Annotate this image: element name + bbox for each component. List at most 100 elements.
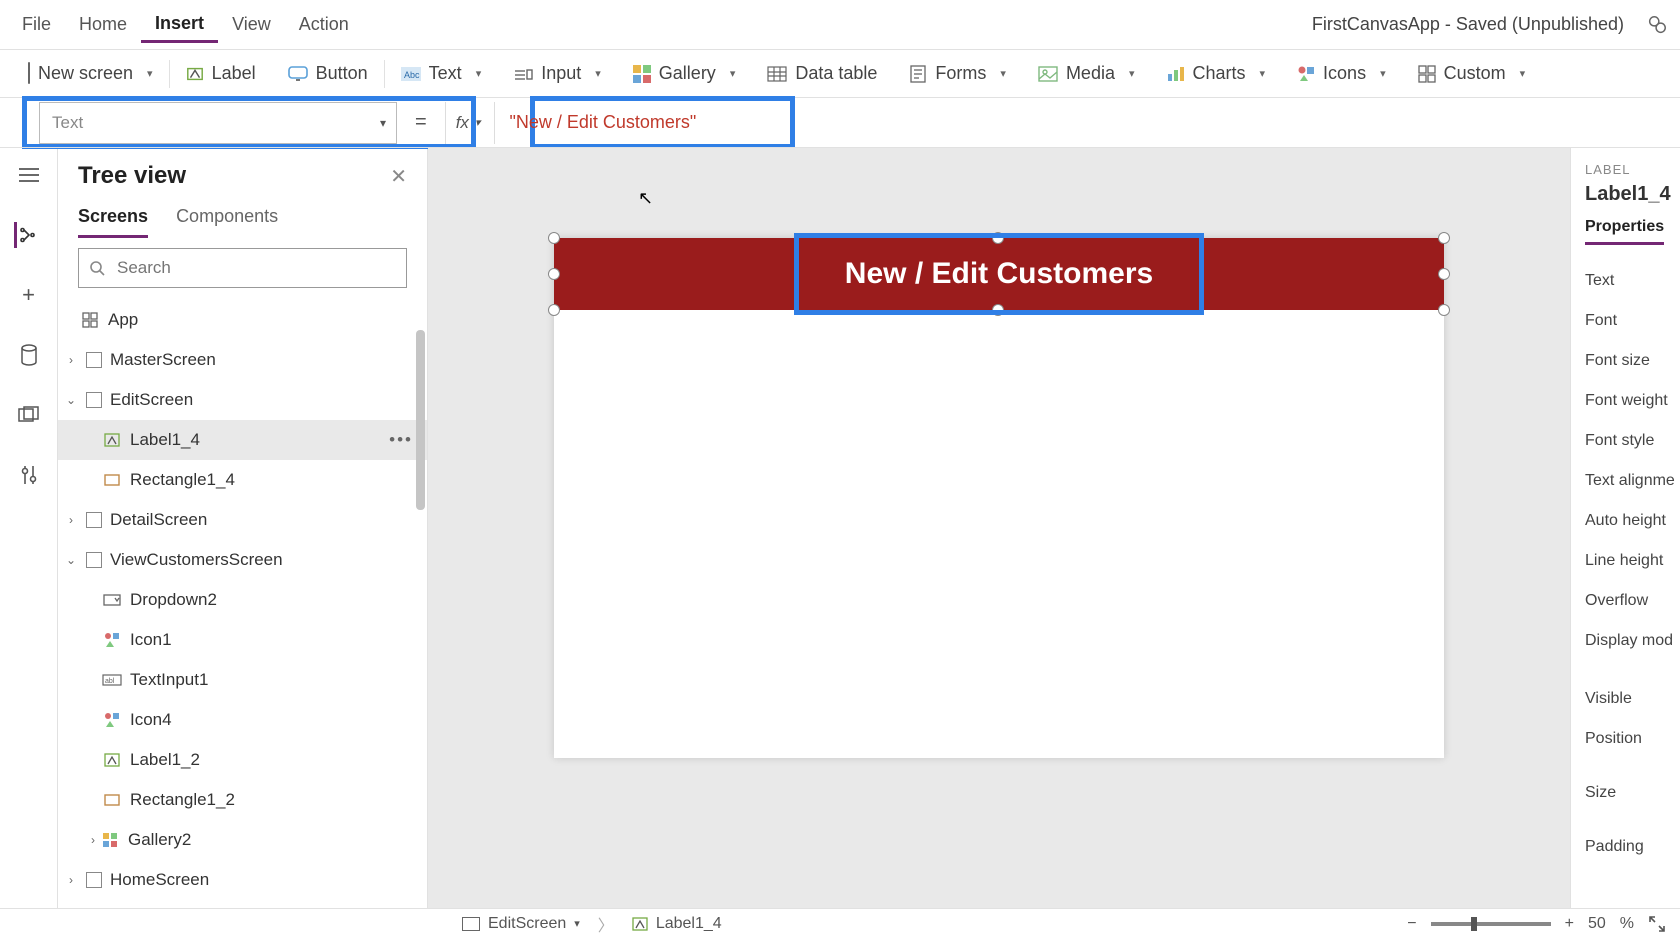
- fullscreen-icon[interactable]: [1648, 915, 1666, 933]
- zoom-slider-knob[interactable]: [1471, 917, 1477, 931]
- ribbon-button[interactable]: Button: [272, 50, 384, 97]
- checkbox[interactable]: [86, 512, 102, 528]
- checkbox[interactable]: [86, 552, 102, 568]
- tab-properties[interactable]: Properties: [1585, 218, 1664, 245]
- tree-node-label1-4[interactable]: Label1_4 •••: [58, 420, 427, 460]
- menu-file[interactable]: File: [8, 8, 65, 41]
- rail-advanced-icon[interactable]: [16, 462, 42, 488]
- chevron-right-icon[interactable]: ›: [64, 873, 78, 887]
- canvas-header-label[interactable]: New / Edit Customers: [845, 257, 1153, 291]
- tree-search[interactable]: [78, 248, 407, 288]
- more-icon[interactable]: •••: [389, 430, 413, 450]
- tree-node-label1-2[interactable]: Label1_2: [58, 740, 427, 780]
- textinput-icon: abl: [102, 674, 122, 686]
- checkbox[interactable]: [86, 392, 102, 408]
- resize-handle[interactable]: [992, 232, 1004, 244]
- ribbon-input[interactable]: Input: [497, 50, 617, 97]
- ribbon-data-table-label: Data table: [795, 63, 877, 84]
- prop-text-align[interactable]: Text alignme: [1585, 461, 1680, 501]
- checkbox[interactable]: [86, 872, 102, 888]
- prop-padding[interactable]: Padding: [1585, 827, 1680, 867]
- tree-node-gallery2[interactable]: › Gallery2: [58, 820, 427, 860]
- tree-search-input[interactable]: [115, 257, 396, 279]
- ribbon-data-table[interactable]: Data table: [751, 50, 893, 97]
- prop-auto-height[interactable]: Auto height: [1585, 501, 1680, 541]
- tree-node-editscreen[interactable]: ⌄ EditScreen: [58, 380, 427, 420]
- menu-home[interactable]: Home: [65, 8, 141, 41]
- resize-handle[interactable]: [992, 304, 1004, 316]
- menu-insert[interactable]: Insert: [141, 7, 218, 43]
- prop-text[interactable]: Text: [1585, 261, 1680, 301]
- rail-tree-view-icon[interactable]: [14, 222, 40, 248]
- formula-value: "New / Edit Customers": [509, 112, 696, 133]
- checkbox[interactable]: [86, 352, 102, 368]
- ribbon-forms[interactable]: Forms: [893, 50, 1022, 97]
- tree-node-detailscreen[interactable]: › DetailScreen: [58, 500, 427, 540]
- chevron-right-icon[interactable]: ›: [64, 353, 78, 367]
- breadcrumb-element[interactable]: Label1_4: [632, 915, 722, 933]
- canvas-header-rectangle[interactable]: New / Edit Customers: [554, 238, 1444, 310]
- tab-screens[interactable]: Screens: [78, 206, 148, 238]
- tree-node-textinput1[interactable]: abl TextInput1: [58, 660, 427, 700]
- tree-node-rectangle1-2[interactable]: Rectangle1_2: [58, 780, 427, 820]
- zoom-out-button[interactable]: −: [1407, 915, 1416, 933]
- resize-handle[interactable]: [548, 232, 560, 244]
- resize-handle[interactable]: [548, 268, 560, 280]
- tree-node-masterscreen[interactable]: › MasterScreen: [58, 340, 427, 380]
- tree-node-homescreen[interactable]: › HomeScreen: [58, 860, 427, 900]
- prop-visible[interactable]: Visible: [1585, 679, 1680, 719]
- tree-node-rectangle1-4[interactable]: Rectangle1_4: [58, 460, 427, 500]
- ribbon-text[interactable]: Abc Text: [385, 50, 498, 97]
- diagnostics-icon[interactable]: [1642, 14, 1672, 36]
- tree-node-icon1[interactable]: Icon1: [58, 620, 427, 660]
- ribbon-media[interactable]: Media: [1022, 50, 1151, 97]
- prop-font-size[interactable]: Font size: [1585, 341, 1680, 381]
- zoom-slider[interactable]: [1431, 922, 1551, 926]
- menu-view[interactable]: View: [218, 8, 285, 41]
- rail-insert-icon[interactable]: +: [16, 282, 42, 308]
- ribbon-label[interactable]: Label: [170, 50, 272, 97]
- breadcrumb-screen[interactable]: EditScreen ▾: [462, 915, 580, 933]
- prop-font-weight[interactable]: Font weight: [1585, 381, 1680, 421]
- rail-data-icon[interactable]: [16, 342, 42, 368]
- prop-position[interactable]: Position: [1585, 719, 1680, 759]
- tree-node-label: TextInput1: [130, 670, 208, 690]
- canvas[interactable]: New / Edit Customers: [554, 238, 1444, 758]
- tree-node-label: Label1_4: [130, 430, 200, 450]
- tree-node-viewcustomersscreen[interactable]: ⌄ ViewCustomersScreen: [58, 540, 427, 580]
- resize-handle[interactable]: [548, 304, 560, 316]
- scrollbar-thumb[interactable]: [416, 330, 425, 510]
- data-table-icon: [767, 66, 787, 82]
- rail-media-icon[interactable]: [16, 402, 42, 428]
- rail-hamburger-icon[interactable]: [16, 162, 42, 188]
- resize-handle[interactable]: [1438, 268, 1450, 280]
- prop-font[interactable]: Font: [1585, 301, 1680, 341]
- prop-line-height[interactable]: Line height: [1585, 541, 1680, 581]
- fx-button[interactable]: fx ▾: [445, 102, 496, 144]
- chevron-right-icon[interactable]: ›: [86, 833, 100, 847]
- prop-font-style[interactable]: Font style: [1585, 421, 1680, 461]
- ribbon-icons[interactable]: Icons: [1281, 50, 1402, 97]
- menu-action[interactable]: Action: [285, 8, 363, 41]
- prop-display-mode[interactable]: Display mod: [1585, 621, 1680, 661]
- resize-handle[interactable]: [1438, 232, 1450, 244]
- property-selector[interactable]: Text ▾: [39, 102, 397, 144]
- zoom-in-button[interactable]: +: [1565, 915, 1574, 933]
- tab-components[interactable]: Components: [176, 206, 278, 238]
- tree-node-dropdown2[interactable]: Dropdown2: [58, 580, 427, 620]
- chevron-down-icon[interactable]: ⌄: [64, 553, 78, 567]
- ribbon-charts[interactable]: Charts: [1151, 50, 1282, 97]
- tree-node-icon4[interactable]: Icon4: [58, 700, 427, 740]
- close-icon[interactable]: ✕: [390, 164, 407, 189]
- ribbon-gallery[interactable]: Gallery: [617, 50, 752, 97]
- prop-size[interactable]: Size: [1585, 773, 1680, 813]
- chevron-down-icon[interactable]: ⌄: [64, 393, 78, 407]
- ribbon-custom[interactable]: Custom: [1402, 50, 1542, 97]
- label-icon: [102, 753, 122, 767]
- chevron-right-icon[interactable]: ›: [64, 513, 78, 527]
- ribbon-new-screen[interactable]: New screen: [12, 50, 169, 97]
- tree-node-app[interactable]: App: [58, 300, 427, 340]
- formula-input[interactable]: "New / Edit Customers": [495, 102, 1680, 144]
- resize-handle[interactable]: [1438, 304, 1450, 316]
- prop-overflow[interactable]: Overflow: [1585, 581, 1680, 621]
